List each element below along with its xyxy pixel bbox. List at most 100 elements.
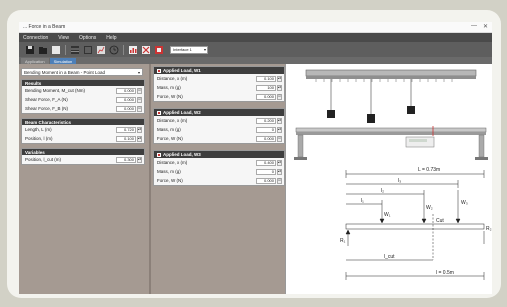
result-row: Bending Moment, M_cut (Nm) 0.000 ☑ <box>22 86 144 95</box>
param-input[interactable]: 0.100 <box>116 135 136 142</box>
screenshot-frame: ... Force in a Beam — ✕ Connection View … <box>7 10 501 298</box>
variables-group: Variables Position, l_cut (m) 0.300 ▴▾ <box>21 148 145 165</box>
param-input[interactable]: 0.300 <box>116 156 136 163</box>
load-enable-checkbox[interactable] <box>157 68 161 73</box>
interface-select[interactable]: Interface 1 ▾ <box>170 45 208 54</box>
save-button[interactable] <box>25 45 35 55</box>
param-row: Force, W (N) 0.000 ☑ <box>154 176 284 185</box>
left-foot <box>294 157 307 160</box>
lcut-label: l_cut <box>384 254 395 260</box>
chevron-down-icon: ▾ <box>137 69 140 75</box>
checkbox[interactable]: ☑ <box>137 105 142 112</box>
spinner[interactable]: ▴▾ <box>137 126 142 133</box>
param-row: Mass, m (g) 0 ▴▾ <box>154 167 284 176</box>
param-row: Force, W (N) 0.000 ☑ <box>154 134 284 143</box>
minimize-button[interactable]: — <box>471 23 477 30</box>
param-input[interactable]: 0.100 <box>256 75 276 82</box>
toolbar-separator <box>65 44 66 55</box>
l2-label: l₂ <box>381 188 384 194</box>
title-bar: ... Force in a Beam — ✕ <box>19 22 492 33</box>
l-label: l = 0.5m <box>436 270 454 276</box>
checkbox[interactable]: ☑ <box>277 135 282 142</box>
results-group: Results Bending Moment, M_cut (Nm) 0.000… <box>21 79 145 114</box>
export-icon <box>142 45 150 54</box>
spinner[interactable]: ▴▾ <box>277 126 282 133</box>
r1-label: R₁ <box>340 238 346 244</box>
param-input[interactable]: 0 <box>256 126 276 133</box>
menu-item-connection[interactable]: Connection <box>23 35 48 41</box>
toolbar: Interface 1 ▾ <box>19 42 492 57</box>
param-input[interactable]: 0.720 <box>116 126 136 133</box>
load-group-w3: Applied Load, W3 Distance, x (m) 0.400 ▴… <box>153 150 285 186</box>
param-input[interactable]: 0 <box>256 168 276 175</box>
stop-icon <box>155 45 163 54</box>
export-button[interactable] <box>141 45 151 55</box>
menu-bar: Connection View Options Help <box>19 33 492 42</box>
close-button[interactable]: ✕ <box>483 23 488 30</box>
stop-button[interactable] <box>154 45 164 55</box>
folder-icon <box>39 46 47 54</box>
menu-item-help[interactable]: Help <box>106 35 116 41</box>
load-header: Applied Load, W2 <box>154 109 284 116</box>
l1-label: l₁ <box>361 198 364 204</box>
experiment-select[interactable]: Bending Moment in a Beam - Point Load ▾ <box>21 68 143 76</box>
table-icon <box>71 45 79 54</box>
menu-item-options[interactable]: Options <box>79 35 96 41</box>
w2-label: W₂ <box>426 205 433 211</box>
clock-button[interactable] <box>109 45 119 55</box>
spinner[interactable]: ▴▾ <box>277 159 282 166</box>
parameters-panel: Bending Moment in a Beam - Point Load ▾ … <box>19 64 149 294</box>
spinner[interactable]: ▴▾ <box>137 135 142 142</box>
window-title: ... Force in a Beam <box>23 24 66 30</box>
chevron-down-icon: ▾ <box>203 46 206 52</box>
list-view-button[interactable] <box>83 45 93 55</box>
chart-icon <box>97 45 105 54</box>
record-button[interactable] <box>51 45 61 55</box>
param-row: Length, L (m) 0.720 ▴▾ <box>22 125 144 134</box>
spinner[interactable]: ▴▾ <box>277 84 282 91</box>
graph-button[interactable] <box>128 45 138 55</box>
table-view-button[interactable] <box>70 45 80 55</box>
diagram-panel: L = 0.73m l₃ l₂ l₁ W₃ W₂ W₁ Cut R₁ R₂ l_… <box>285 64 492 294</box>
checkbox[interactable]: ☑ <box>277 93 282 100</box>
param-row: Distance, x (m) 0.200 ▴▾ <box>154 116 284 125</box>
hanger-ticks <box>315 79 453 82</box>
top-rail <box>305 69 477 77</box>
menu-item-view[interactable]: View <box>58 35 69 41</box>
length-label: L = 0.73m <box>418 167 440 173</box>
load-header-label: Applied Load, W3 <box>163 152 201 157</box>
param-row: Distance, x (m) 0.100 ▴▾ <box>154 74 284 83</box>
result-row: Shear Force, F_A (N) 0.000 ☑ <box>22 95 144 104</box>
beam-apparatus <box>294 69 488 160</box>
spinner[interactable]: ▴▾ <box>137 156 142 163</box>
load-enable-checkbox[interactable] <box>157 110 161 115</box>
app-window: ... Force in a Beam — ✕ Connection View … <box>19 22 492 294</box>
checkbox[interactable]: ☑ <box>277 177 282 184</box>
param-value: 0.000 <box>256 135 276 142</box>
param-input[interactable]: 100 <box>256 84 276 91</box>
beam-base <box>296 132 486 135</box>
beam-diagram: L = 0.73m l₃ l₂ l₁ W₃ W₂ W₁ Cut R₁ R₂ l_… <box>294 69 492 280</box>
experiment-select-value: Bending Moment in a Beam - Point Load <box>24 69 106 75</box>
param-input[interactable]: 0.400 <box>256 159 276 166</box>
weight-w2 <box>367 79 375 123</box>
spinner[interactable]: ▴▾ <box>277 75 282 82</box>
result-row: Shear Force, F_B (N) 0.000 ☑ <box>22 104 144 113</box>
checkbox[interactable]: ☑ <box>137 96 142 103</box>
param-row: Distance, x (m) 0.400 ▴▾ <box>154 158 284 167</box>
load-header-label: Applied Load, W2 <box>163 110 201 115</box>
clock-icon <box>109 45 119 54</box>
load-header: Applied Load, W1 <box>154 67 284 74</box>
chart-button[interactable] <box>96 45 106 55</box>
param-row: Position, l_cut (m) 0.300 ▴▾ <box>22 155 144 164</box>
open-button[interactable] <box>38 45 48 55</box>
load-enable-checkbox[interactable] <box>157 152 161 157</box>
graph-icon <box>129 45 137 54</box>
param-value: 0.000 <box>256 93 276 100</box>
spinner[interactable]: ▴▾ <box>277 117 282 124</box>
load-header-label: Applied Load, W1 <box>163 68 201 73</box>
spinner[interactable]: ▴▾ <box>277 168 282 175</box>
weight-w1 <box>407 79 415 114</box>
checkbox[interactable]: ☑ <box>137 87 142 94</box>
param-input[interactable]: 0.200 <box>256 117 276 124</box>
